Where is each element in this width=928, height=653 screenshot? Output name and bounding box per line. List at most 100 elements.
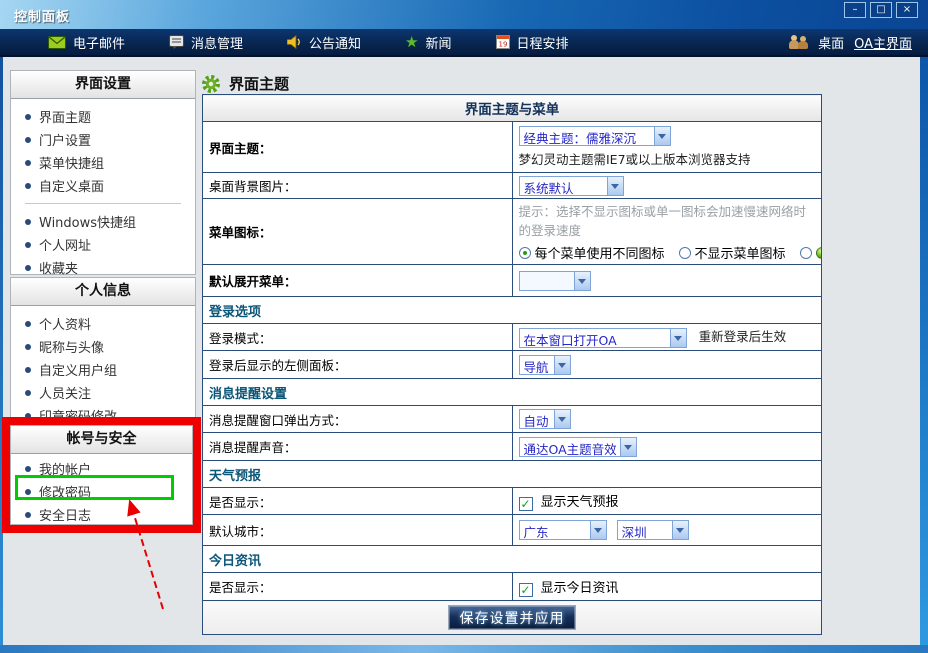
- page-title: 界面主题: [229, 73, 289, 94]
- calendar-icon: 19: [496, 35, 510, 49]
- row-default-menu: 默认展开菜单：: [203, 265, 822, 297]
- field-value: 广东 深圳: [512, 515, 822, 546]
- window-border-left: [0, 57, 3, 653]
- sidebar-item-personal-profile[interactable]: 个人资料: [11, 312, 195, 335]
- bullet-icon: [25, 367, 31, 373]
- sidebar-item-menu-shortcut-group[interactable]: 菜单快捷组: [11, 151, 195, 174]
- sidebar-item-label: 修改密码: [39, 482, 91, 501]
- window-border-right: [920, 57, 928, 653]
- radio-icon[interactable]: [800, 247, 812, 259]
- bullet-icon: [25, 512, 31, 518]
- bullet-icon: [25, 265, 31, 271]
- radio-selected-icon[interactable]: [519, 247, 531, 259]
- field-label: 登录模式：: [203, 324, 513, 351]
- bullet-icon: [25, 413, 31, 419]
- sidebar-item-my-account[interactable]: 我的帐户: [11, 457, 192, 480]
- toolbar-item-announcements[interactable]: 公告通知: [287, 33, 361, 52]
- toolbar-item-label: 公告通知: [309, 33, 361, 52]
- sidebar-item-personal-urls[interactable]: 个人网址: [11, 233, 195, 256]
- theme-select[interactable]: 经典主题：儒雅深沉: [519, 126, 671, 146]
- radio-no-icons[interactable]: 不显示菜单图标: [679, 243, 786, 262]
- sidebar-item-favorites[interactable]: 收藏夹: [11, 256, 195, 279]
- row-login-mode: 登录模式： 在本窗口打开OA 重新登录后生效: [203, 324, 822, 351]
- city-select[interactable]: 深圳: [617, 520, 689, 540]
- sidebar-divider: [25, 203, 181, 204]
- chevron-down-icon[interactable]: [590, 521, 606, 539]
- sidebar-item-label: Windows快捷组: [39, 212, 136, 231]
- field-value: 通达OA主题音效: [512, 433, 822, 461]
- left-panel-select[interactable]: 导航: [519, 355, 571, 375]
- sidebar-item-label: 菜单快捷组: [39, 153, 104, 172]
- field-label: 默认城市：: [203, 515, 513, 546]
- sidebar-section-title: 界面设置: [11, 71, 195, 99]
- chevron-down-icon[interactable]: [672, 521, 688, 539]
- field-value: 自动: [512, 406, 822, 433]
- sidebar-item-label: 自定义用户组: [39, 360, 117, 379]
- radio-label: 每个菜单使用不同图标: [535, 243, 665, 262]
- toolbar-item-news[interactable]: ★ 新闻: [405, 33, 451, 52]
- window-title: 控制面板: [14, 6, 70, 25]
- left-panel-select-value: 导航: [520, 356, 554, 374]
- mail-icon: [48, 36, 66, 49]
- wallpaper-select[interactable]: 系统默认: [519, 176, 624, 196]
- sidebar-item-security-log[interactable]: 安全日志: [11, 503, 192, 526]
- sidebar-item-interface-theme[interactable]: 界面主题: [11, 105, 195, 128]
- sidebar-item-portal-settings[interactable]: 门户设置: [11, 128, 195, 151]
- save-apply-button[interactable]: 保存设置并应用: [448, 605, 576, 630]
- field-value: 显示天气预报: [512, 488, 822, 515]
- close-button[interactable]: ×: [896, 2, 918, 18]
- speaker-icon: [287, 35, 302, 49]
- chevron-down-icon[interactable]: [670, 329, 686, 347]
- sidebar-item-label: 收藏夹: [39, 258, 78, 277]
- chevron-down-icon[interactable]: [607, 177, 623, 195]
- sidebar-item-custom-user-group[interactable]: 自定义用户组: [11, 358, 195, 381]
- sidebar-item-label: 印章密码修改: [39, 406, 117, 425]
- maximize-button[interactable]: □: [870, 2, 892, 18]
- chevron-down-icon[interactable]: [620, 438, 636, 456]
- chevron-down-icon[interactable]: [554, 410, 570, 428]
- sidebar-item-custom-desktop[interactable]: 自定义桌面: [11, 174, 195, 197]
- news-checkbox[interactable]: [519, 583, 533, 597]
- wallpaper-select-value: 系统默认: [520, 177, 607, 195]
- radio-icon[interactable]: [679, 247, 691, 259]
- page-title-bar: 界面主题: [201, 73, 289, 94]
- bullet-icon: [25, 114, 31, 120]
- field-value: 显示今日资讯: [512, 573, 822, 601]
- sidebar-item-staff-follow[interactable]: 人员关注: [11, 381, 195, 404]
- weather-checkbox[interactable]: [519, 497, 533, 511]
- title-bar: 控制面板 – □ ×: [0, 0, 928, 29]
- row-left-panel: 登录后显示的左侧面板： 导航: [203, 351, 822, 379]
- sidebar-item-seal-password[interactable]: 印章密码修改: [11, 404, 195, 427]
- radio-green-orb[interactable]: [800, 247, 822, 259]
- field-label: 登录后显示的左侧面板：: [203, 351, 513, 379]
- default-menu-select[interactable]: [519, 271, 591, 291]
- toolbar-item-label: 日程安排: [517, 33, 569, 52]
- login-mode-select[interactable]: 在本窗口打开OA: [519, 328, 687, 348]
- field-label: 界面主题：: [203, 122, 513, 173]
- bullet-icon: [25, 219, 31, 225]
- chevron-down-icon[interactable]: [554, 356, 570, 374]
- field-value: 在本窗口打开OA 重新登录后生效: [512, 324, 822, 351]
- row-wallpaper: 桌面背景图片： 系统默认: [203, 173, 822, 199]
- sidebar-item-windows-shortcut-group[interactable]: Windows快捷组: [11, 210, 195, 233]
- theme-select-value: 经典主题：儒雅深沉: [520, 127, 654, 145]
- toolbar-item-messages[interactable]: 消息管理: [169, 33, 243, 52]
- oa-main-link[interactable]: OA主界面: [854, 33, 912, 52]
- sidebar-item-change-password[interactable]: 修改密码: [11, 480, 192, 503]
- desktop-link[interactable]: 桌面: [818, 33, 844, 52]
- toolbar-item-email[interactable]: 电子邮件: [48, 33, 125, 52]
- sidebar-item-nickname-avatar[interactable]: 昵称与头像: [11, 335, 195, 358]
- minimize-button[interactable]: –: [844, 2, 866, 18]
- msg-sound-select[interactable]: 通达OA主题音效: [519, 437, 637, 457]
- toolbar-item-schedule[interactable]: 19 日程安排: [496, 33, 569, 52]
- row-menu-icons: 菜单图标： 提示：选择不显示图标或单一图标会加速慢速网络时的登录速度 每个菜单使…: [203, 199, 822, 265]
- chevron-down-icon[interactable]: [574, 272, 590, 290]
- msg-popup-select[interactable]: 自动: [519, 409, 571, 429]
- radio-different-icons[interactable]: 每个菜单使用不同图标: [519, 243, 665, 262]
- msg-sound-select-value: 通达OA主题音效: [520, 438, 620, 456]
- province-select-value: 广东: [520, 521, 590, 539]
- field-label: 桌面背景图片：: [203, 173, 513, 199]
- chevron-down-icon[interactable]: [654, 127, 670, 145]
- province-select[interactable]: 广东: [519, 520, 607, 540]
- green-orb-icon: [816, 247, 822, 259]
